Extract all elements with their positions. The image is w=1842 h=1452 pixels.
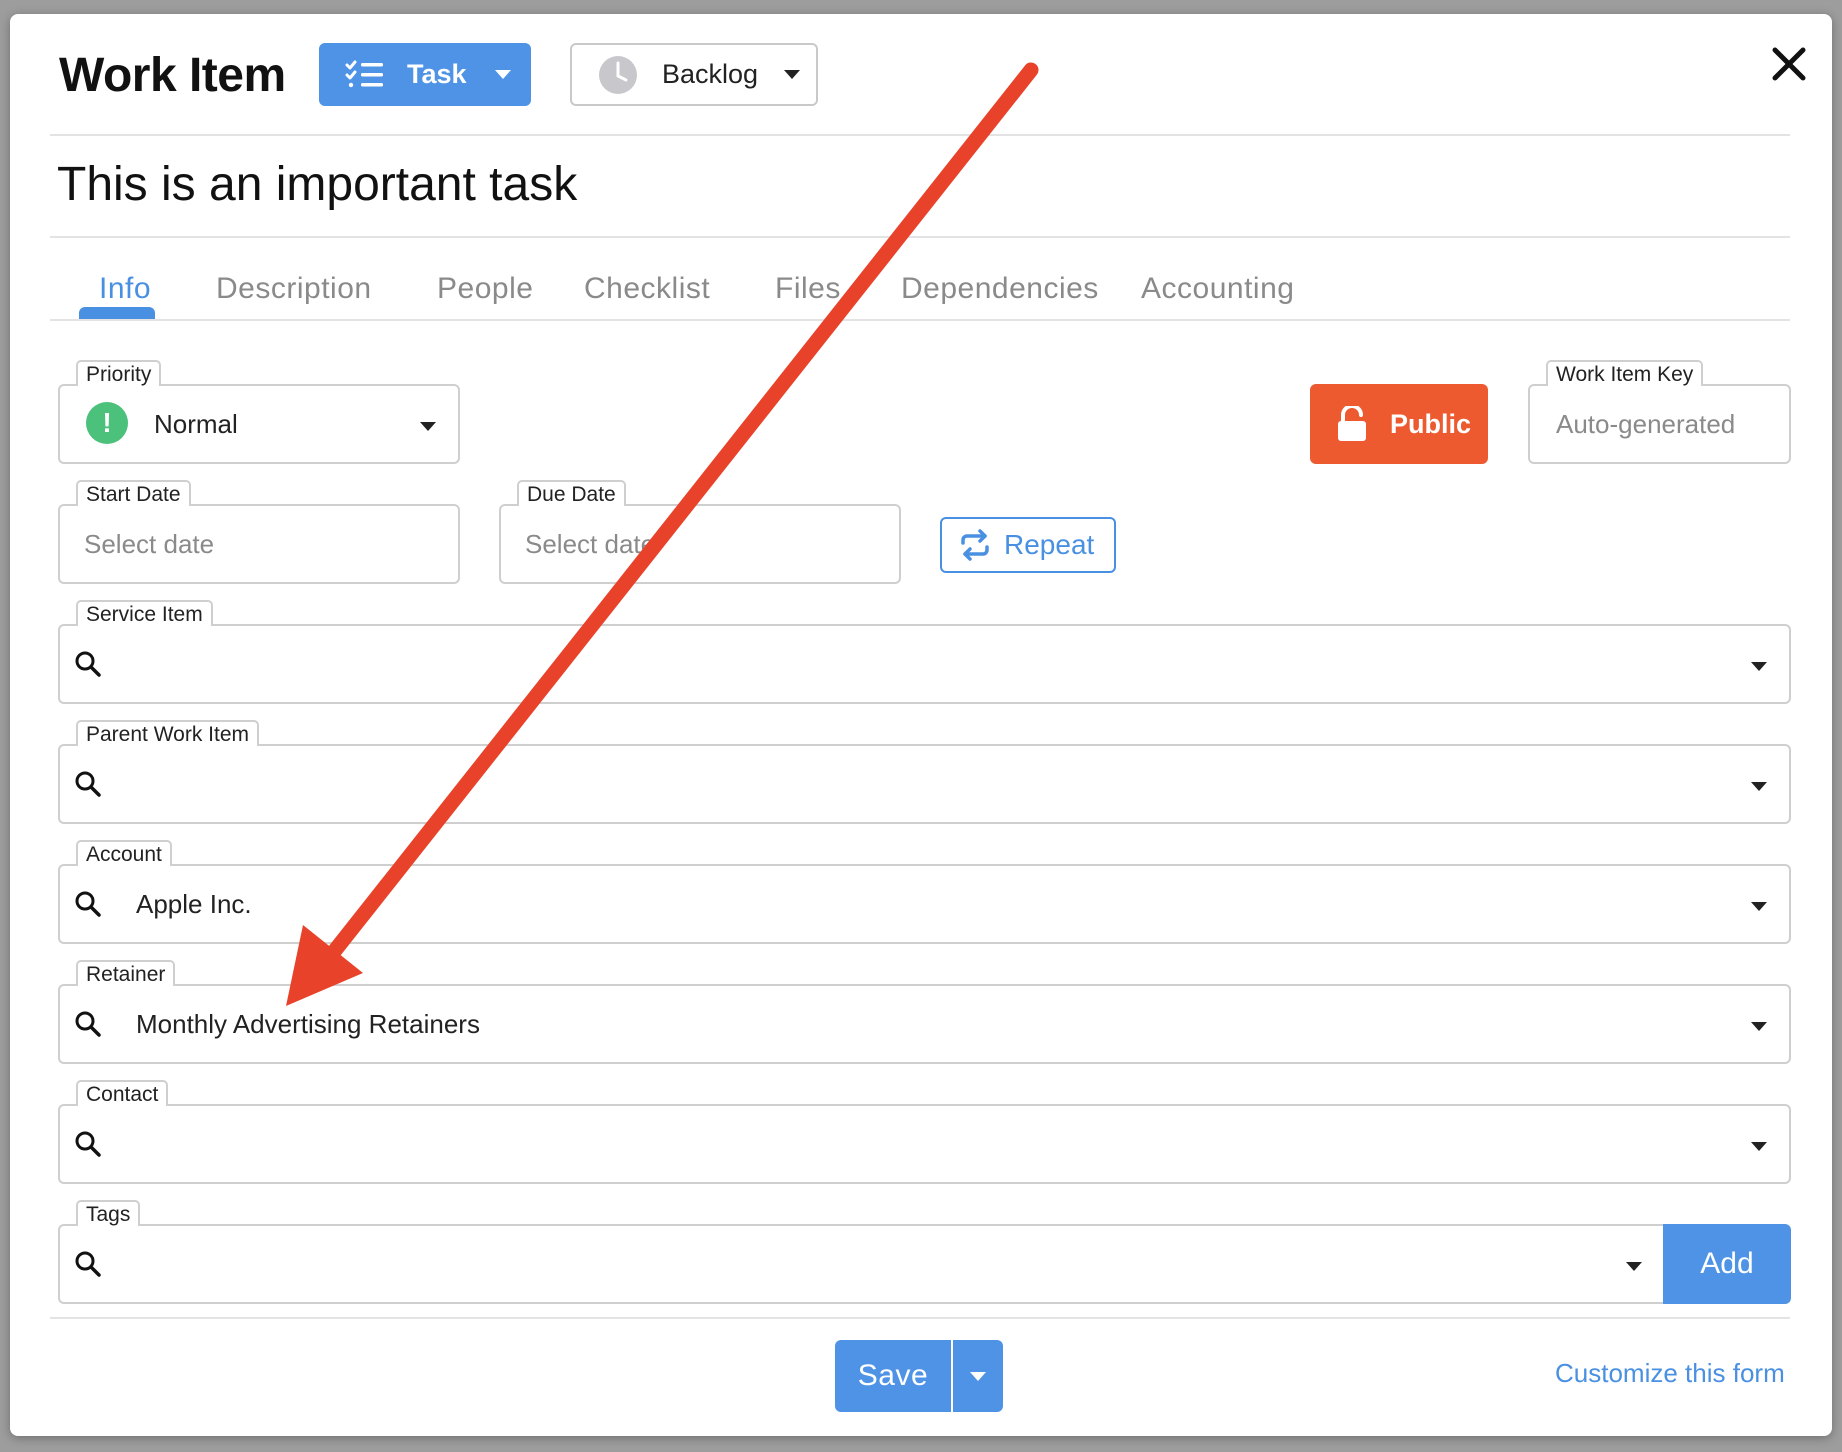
chevron-down-icon	[1751, 902, 1767, 911]
unlock-icon	[1338, 406, 1366, 441]
divider	[50, 134, 1790, 136]
tab-accounting[interactable]: Accounting	[1141, 272, 1294, 306]
retainer-label: Retainer	[76, 960, 176, 986]
work-item-key-field[interactable]: Work Item Key Auto-generated	[1528, 360, 1791, 464]
chevron-down-icon	[1751, 782, 1767, 791]
tab-dependencies[interactable]: Dependencies	[901, 272, 1099, 306]
due-date-field[interactable]: Due Date Select date	[499, 480, 901, 584]
close-button[interactable]	[1767, 42, 1811, 86]
account-select[interactable]: Account Apple Inc.	[58, 840, 1791, 944]
chevron-down-icon	[1751, 662, 1767, 671]
clock-icon	[599, 55, 637, 94]
due-date-placeholder: Select date	[525, 528, 656, 559]
account-value: Apple Inc.	[136, 888, 252, 919]
tab-checklist[interactable]: Checklist	[584, 272, 710, 306]
search-icon	[75, 1131, 101, 1157]
close-icon	[1772, 47, 1806, 81]
priority-select[interactable]: Priority ! Normal	[58, 360, 460, 464]
chevron-down-icon	[494, 70, 511, 79]
divider	[50, 236, 1790, 238]
active-tab-indicator	[79, 307, 155, 319]
start-date-field[interactable]: Start Date Select date	[58, 480, 460, 584]
parent-work-item-select[interactable]: Parent Work Item	[58, 720, 1791, 824]
visibility-label: Public	[1390, 408, 1472, 439]
work-item-modal: Work Item Task Backlog This is an import…	[10, 14, 1832, 1436]
tags-select[interactable]: Tags	[58, 1200, 1666, 1304]
work-item-key-label: Work Item Key	[1546, 360, 1704, 386]
divider	[50, 319, 1790, 321]
add-tag-button[interactable]: Add	[1663, 1224, 1791, 1304]
tags-label: Tags	[76, 1200, 141, 1226]
contact-select[interactable]: Contact	[58, 1080, 1791, 1184]
status-dropdown-button[interactable]: Backlog	[570, 43, 818, 106]
chevron-down-icon	[1626, 1262, 1642, 1271]
retainer-value: Monthly Advertising Retainers	[136, 1008, 480, 1039]
type-dropdown-button[interactable]: Task	[319, 43, 531, 106]
service-item-select[interactable]: Service Item	[58, 600, 1791, 704]
task-title[interactable]: This is an important task	[57, 157, 577, 212]
checklist-icon	[345, 60, 383, 87]
chevron-down-icon	[1751, 1022, 1767, 1031]
work-item-key-placeholder: Auto-generated	[1556, 408, 1736, 439]
customize-form-link[interactable]: Customize this form	[1555, 1358, 1785, 1389]
repeat-button[interactable]: Repeat	[940, 517, 1116, 573]
start-date-label: Start Date	[76, 480, 191, 506]
account-label: Account	[76, 840, 172, 866]
type-label: Task	[407, 59, 467, 89]
retainer-select[interactable]: Retainer Monthly Advertising Retainers	[58, 960, 1791, 1064]
save-options-button[interactable]	[951, 1340, 1003, 1412]
tab-description[interactable]: Description	[216, 272, 372, 306]
search-icon	[75, 1251, 101, 1277]
chevron-down-icon	[784, 70, 801, 79]
tab-people[interactable]: People	[437, 272, 533, 306]
save-button[interactable]: Save	[835, 1340, 951, 1412]
contact-label: Contact	[76, 1080, 169, 1106]
priority-label: Priority	[76, 360, 162, 386]
modal-title: Work Item	[59, 49, 286, 102]
save-button-group: Save	[835, 1340, 1003, 1412]
search-icon	[75, 651, 101, 677]
parent-work-item-label: Parent Work Item	[76, 720, 259, 746]
tab-info[interactable]: Info	[99, 272, 151, 306]
due-date-label: Due Date	[517, 480, 626, 506]
chevron-down-icon	[420, 422, 436, 431]
visibility-public-button[interactable]: Public	[1310, 384, 1488, 464]
tab-files[interactable]: Files	[775, 272, 841, 306]
search-icon	[75, 771, 101, 797]
priority-exclamation-icon: !	[86, 402, 128, 444]
priority-value: Normal	[154, 408, 238, 439]
status-label: Backlog	[662, 59, 759, 89]
search-icon	[75, 891, 101, 917]
repeat-icon	[961, 529, 989, 561]
repeat-label: Repeat	[1004, 529, 1095, 560]
chevron-down-icon	[1751, 1142, 1767, 1151]
start-date-placeholder: Select date	[84, 528, 215, 559]
divider	[50, 1317, 1790, 1319]
service-item-label: Service Item	[76, 600, 213, 626]
chevron-down-icon	[970, 1371, 986, 1381]
search-icon	[75, 1011, 101, 1037]
